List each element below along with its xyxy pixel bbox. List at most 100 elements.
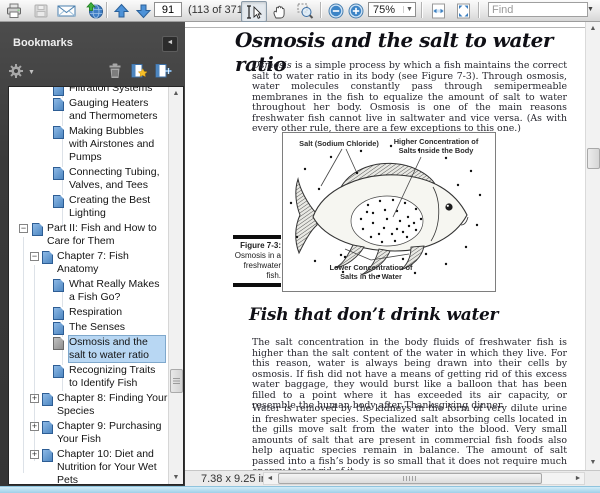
bookmark-item[interactable]: − Chapter 7: Fish Anatomy <box>9 250 168 276</box>
bookmark-page-icon <box>42 421 53 434</box>
web-upload-button[interactable] <box>84 1 106 20</box>
bookmark-item[interactable]: The Senses <box>9 321 168 335</box>
bookmark-label[interactable]: Chapter 9: Purchasing Your Fish <box>57 420 168 446</box>
scrollbar-thumb[interactable] <box>587 148 600 169</box>
bookmark-label[interactable]: Chapter 10: Diet and Nutrition for Your … <box>57 448 168 484</box>
toolbar-separator <box>478 2 479 18</box>
bookmark-item[interactable]: + Chapter 10: Diet and Nutrition for Your… <box>9 448 168 484</box>
collapse-node-icon[interactable]: − <box>30 252 39 261</box>
expand-node-icon[interactable]: + <box>30 394 39 403</box>
bookmark-item[interactable]: Respiration <box>9 306 168 320</box>
scroll-left-icon[interactable]: ◄ <box>264 473 276 484</box>
bookmark-item[interactable]: Filtration Systems <box>9 87 168 96</box>
scroll-up-icon[interactable]: ▲ <box>169 87 183 100</box>
bookmark-page-icon <box>53 337 64 350</box>
scrollbar-thumb[interactable] <box>170 369 183 393</box>
bookmarks-scrollbar[interactable]: ▲ ▼ <box>168 87 183 484</box>
scroll-right-icon[interactable]: ► <box>572 473 584 484</box>
bookmark-page-icon <box>53 195 64 208</box>
bookmark-label[interactable]: Filtration Systems <box>69 87 152 95</box>
zoom-level-combobox[interactable]: 75% ▼ <box>368 2 416 17</box>
options-button[interactable] <box>6 61 26 81</box>
page-count-label: (113 of 371) <box>188 4 247 16</box>
toolbar-separator <box>106 2 107 18</box>
bookmark-page-icon <box>53 87 64 96</box>
bookmark-label[interactable]: The Senses <box>69 321 125 334</box>
expand-node-icon[interactable]: + <box>30 422 39 431</box>
scrollbar-thumb[interactable] <box>278 473 542 484</box>
bookmark-item[interactable]: What Really Makes a Fish Go? <box>9 278 168 304</box>
next-page-button[interactable] <box>132 1 154 20</box>
page-number-input[interactable] <box>154 2 182 17</box>
email-icon <box>57 5 76 16</box>
bookmarks-tree: Filtration Systems Gauging Heaters and Th… <box>9 87 168 484</box>
expand-node-icon[interactable]: + <box>30 450 39 459</box>
scroll-down-icon[interactable]: ▼ <box>169 471 183 484</box>
bookmark-label[interactable]: Gauging Heaters and Thermometers <box>69 97 165 123</box>
bookmark-page-icon <box>42 251 53 264</box>
globe-upload-icon <box>86 2 103 19</box>
fit-page-button[interactable] <box>452 1 474 20</box>
figure-caption: Figure 7-3: Osmosis in a freshwater fish… <box>233 233 281 289</box>
email-button[interactable] <box>56 1 78 20</box>
down-arrow-icon <box>135 4 151 18</box>
bookmark-label[interactable]: Respiration <box>69 306 122 319</box>
scroll-down-icon[interactable]: ▼ <box>586 456 600 469</box>
delete-bookmark-button[interactable] <box>105 61 125 81</box>
collapse-panel-button[interactable]: ◄ <box>162 36 178 52</box>
salt-patch-outline <box>350 195 424 247</box>
zoom-in-button[interactable] <box>346 1 366 20</box>
bookmark-label[interactable]: Connecting Tubing, Valves, and Tees <box>69 166 165 192</box>
bookmark-item[interactable]: − Part II: Fish and How to Care for Them <box>9 222 168 248</box>
bookmark-item[interactable]: + Chapter 9: Purchasing Your Fish <box>9 420 168 446</box>
bookmark-label[interactable]: Osmosis and the salt to water ratio <box>68 335 166 363</box>
bookmark-item[interactable]: Creating the Best Lighting <box>9 194 168 220</box>
bookmark-page-icon <box>42 393 53 406</box>
document-view[interactable]: Osmosis and the salt to water ratio Osmo… <box>185 22 600 470</box>
select-tool-button[interactable] <box>241 1 267 22</box>
hand-tool-button[interactable] <box>268 1 290 20</box>
bookmark-item[interactable]: Connecting Tubing, Valves, and Tees <box>9 166 168 192</box>
bookmark-label[interactable]: Creating the Best Lighting <box>69 194 165 220</box>
set-destination-button[interactable] <box>129 61 149 81</box>
find-dropdown-icon[interactable]: ▼ <box>587 6 594 13</box>
bookmark-label[interactable]: Part II: Fish and How to Care for Them <box>47 222 163 248</box>
caption-bar <box>233 235 281 239</box>
zoom-level-value: 75% <box>373 3 396 16</box>
collapse-node-icon[interactable]: − <box>19 224 28 233</box>
figure-label-lower-1: Lower Concentration of <box>330 263 413 272</box>
marquee-zoom-button[interactable] <box>294 1 316 20</box>
new-bookmark-icon <box>155 64 172 78</box>
page-size-label: 7.38 x 9.25 in <box>201 473 268 485</box>
document-horizontal-scrollbar[interactable]: ◄ ► <box>263 472 585 485</box>
document-vertical-scrollbar[interactable]: ▲ ▼ <box>585 22 600 470</box>
bookmark-label[interactable]: Chapter 7: Fish Anatomy <box>57 250 168 276</box>
bookmark-item[interactable]: Recognizing Traits to Identify Fish <box>9 364 168 390</box>
fit-width-button[interactable] <box>427 1 449 20</box>
bookmark-page-icon <box>53 322 64 335</box>
scrollbar-grip <box>403 476 417 481</box>
figure-7-3: Salt (Sodium Chloride) Higher Concentrat… <box>282 132 496 292</box>
caption-bar <box>233 283 281 287</box>
bookmark-label[interactable]: Chapter 8: Finding Your Species <box>57 392 168 418</box>
new-bookmark-button[interactable] <box>153 61 173 81</box>
figure-caption-label: Figure 7-3: <box>240 241 281 250</box>
leader-line <box>345 148 357 172</box>
bookmark-item[interactable]: Osmosis and the salt to water ratio <box>9 335 168 363</box>
bookmark-label[interactable]: Recognizing Traits to Identify Fish <box>69 364 165 390</box>
bookmark-item[interactable]: Making Bubbles with Airstones and Pumps <box>9 125 168 164</box>
figure-caption-text: Osmosis in a freshwater fish. <box>234 251 281 280</box>
bookmark-label[interactable]: Making Bubbles with Airstones and Pumps <box>69 125 165 164</box>
chevron-down-icon[interactable]: ▼ <box>403 6 415 13</box>
panel-title: Bookmarks <box>13 37 73 49</box>
find-input[interactable] <box>488 2 588 17</box>
bookmark-item[interactable]: Gauging Heaters and Thermometers <box>9 97 168 123</box>
print-button[interactable] <box>3 1 25 20</box>
save-button[interactable] <box>30 1 52 20</box>
bookmark-label[interactable]: What Really Makes a Fish Go? <box>69 278 165 304</box>
bookmark-item[interactable]: + Chapter 8: Finding Your Species <box>9 392 168 418</box>
zoom-out-button[interactable] <box>326 1 346 20</box>
options-caret-icon: ▼ <box>28 69 35 76</box>
scroll-up-icon[interactable]: ▲ <box>586 22 600 35</box>
previous-page-button[interactable] <box>110 1 132 20</box>
